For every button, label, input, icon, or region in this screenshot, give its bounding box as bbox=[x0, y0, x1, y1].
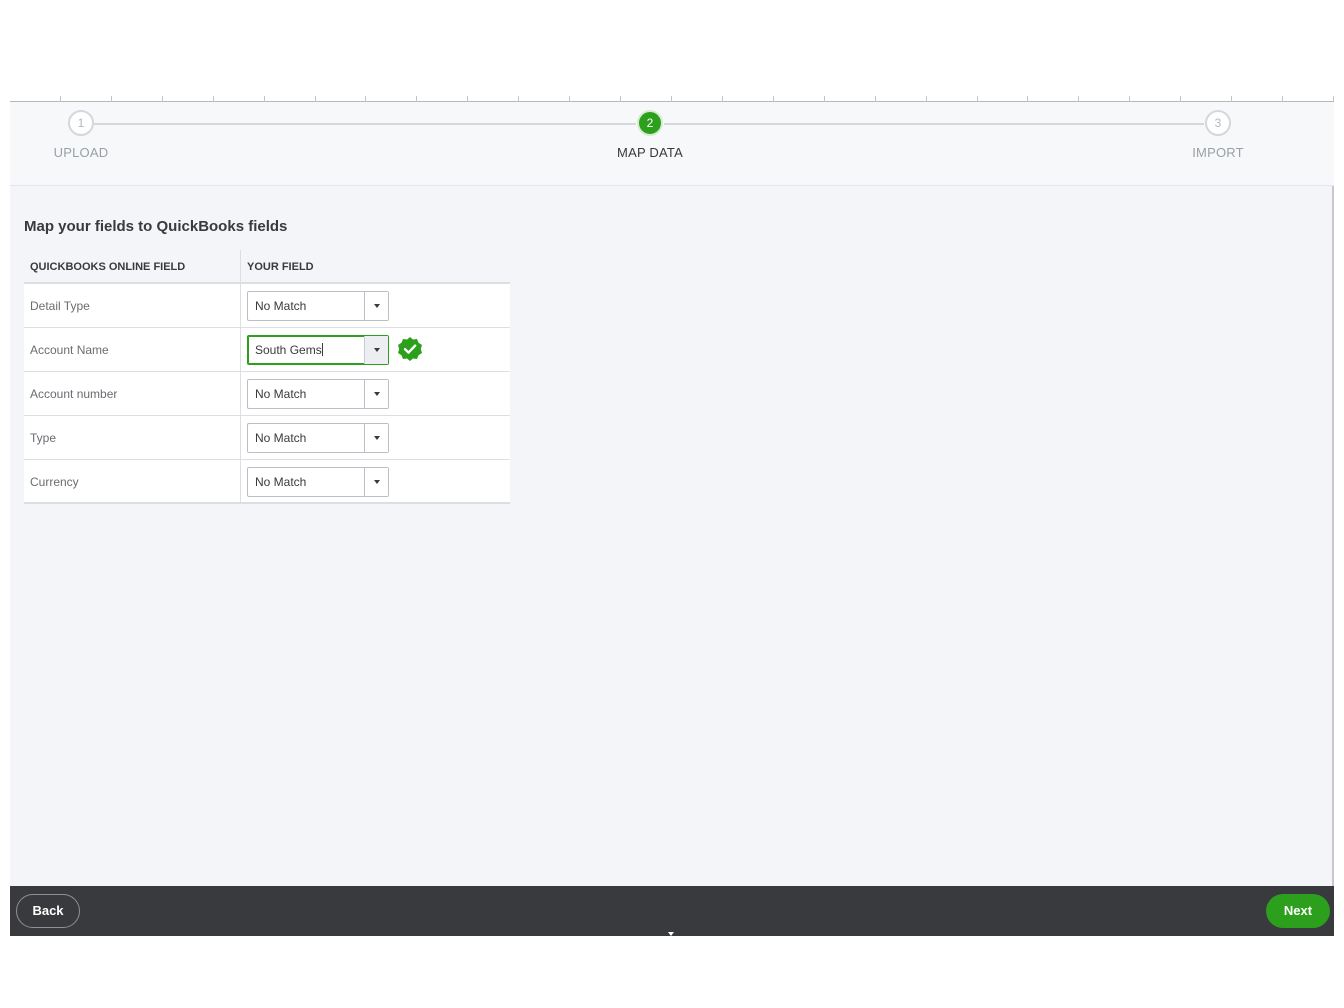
dropdown-button[interactable] bbox=[364, 380, 388, 408]
quickbooks-field-label: Account Name bbox=[24, 328, 241, 371]
caret-down-icon bbox=[374, 436, 380, 440]
select-value: No Match bbox=[255, 475, 307, 489]
your-field-select[interactable]: No Match bbox=[247, 291, 389, 321]
mapping-section: Map your fields to QuickBooks fields QUI… bbox=[24, 218, 510, 504]
your-field-select[interactable]: South Gems bbox=[247, 335, 389, 365]
table-header: QUICKBOOKS ONLINE FIELD YOUR FIELD bbox=[24, 250, 510, 284]
check-circle-icon bbox=[398, 337, 422, 361]
step-map-data: 2 MAP DATA bbox=[580, 110, 720, 160]
table-row: Currency No Match bbox=[24, 460, 510, 504]
table-row: Type No Match bbox=[24, 416, 510, 460]
step-label: UPLOAD bbox=[53, 145, 109, 160]
next-button[interactable]: Next bbox=[1266, 894, 1330, 928]
step-upload: 1 UPLOAD bbox=[11, 110, 151, 160]
dropdown-button[interactable] bbox=[364, 424, 388, 452]
caret-down-icon bbox=[374, 348, 380, 352]
dropdown-button[interactable] bbox=[364, 336, 388, 364]
step-connector bbox=[94, 123, 636, 125]
table-row: Detail Type No Match bbox=[24, 284, 510, 328]
your-field-select[interactable]: No Match bbox=[247, 423, 389, 453]
page-title: Map your fields to QuickBooks fields bbox=[24, 218, 288, 235]
step-import: 3 IMPORT bbox=[1148, 110, 1288, 160]
column-header-your-field: YOUR FIELD bbox=[247, 261, 314, 273]
field-mapping-table: QUICKBOOKS ONLINE FIELD YOUR FIELD Detai… bbox=[24, 250, 510, 504]
scroll-indicator bbox=[668, 932, 674, 936]
step-number: 3 bbox=[1205, 110, 1231, 136]
step-number: 2 bbox=[637, 110, 663, 136]
column-header-quickbooks-field: QUICKBOOKS ONLINE FIELD bbox=[24, 250, 241, 282]
quickbooks-field-label: Currency bbox=[24, 460, 241, 502]
footer-bar: Back Next bbox=[10, 886, 1334, 936]
dropdown-button[interactable] bbox=[364, 292, 388, 320]
select-value: No Match bbox=[255, 431, 307, 445]
step-label: IMPORT bbox=[1192, 145, 1244, 160]
caret-down-icon bbox=[374, 480, 380, 484]
select-value: South Gems bbox=[255, 336, 323, 364]
table-row: Account number No Match bbox=[24, 372, 510, 416]
quickbooks-field-label: Type bbox=[24, 416, 241, 459]
your-field-select[interactable]: No Match bbox=[247, 467, 389, 497]
step-label: MAP DATA bbox=[617, 145, 683, 160]
select-value: No Match bbox=[255, 387, 307, 401]
caret-down-icon bbox=[374, 304, 380, 308]
table-row: Account Name South Gems bbox=[24, 328, 510, 372]
caret-down-icon bbox=[374, 392, 380, 396]
select-value: No Match bbox=[255, 299, 307, 313]
quickbooks-field-label: Account number bbox=[24, 372, 241, 415]
import-stepper: 1 UPLOAD 2 MAP DATA 3 IMPORT bbox=[10, 102, 1334, 186]
dropdown-button[interactable] bbox=[364, 468, 388, 496]
import-window: 1 UPLOAD 2 MAP DATA 3 IMPORT Map your fi… bbox=[10, 96, 1334, 936]
back-button[interactable]: Back bbox=[16, 894, 80, 928]
your-field-select[interactable]: No Match bbox=[247, 379, 389, 409]
step-connector bbox=[664, 123, 1204, 125]
quickbooks-field-label: Detail Type bbox=[24, 284, 241, 327]
step-number: 1 bbox=[68, 110, 94, 136]
